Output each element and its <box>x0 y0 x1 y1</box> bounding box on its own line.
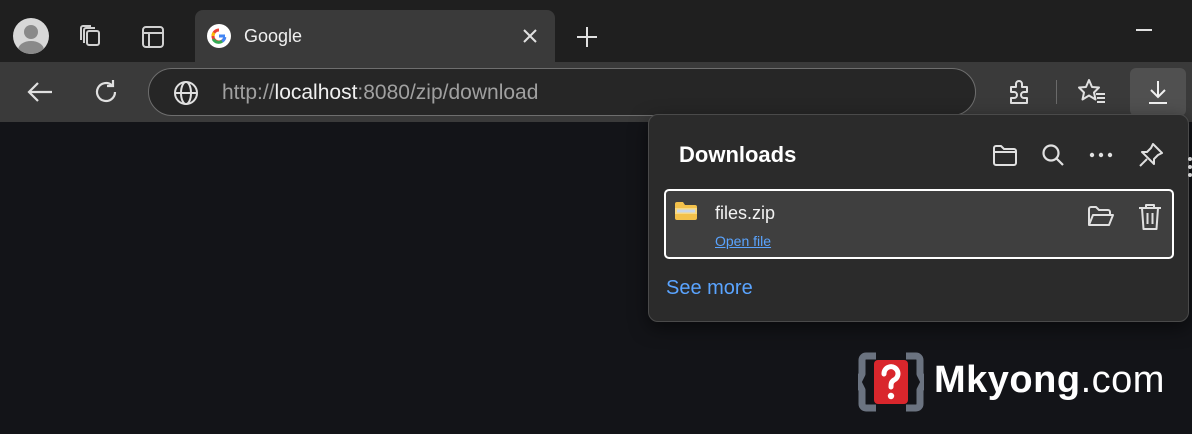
toolbar-separator <box>1056 80 1057 104</box>
profile-avatar[interactable] <box>13 18 49 54</box>
favorites-icon <box>1078 79 1105 103</box>
see-more-link[interactable]: See more <box>666 277 753 300</box>
workspaces-button[interactable] <box>74 20 108 54</box>
close-icon <box>523 29 537 43</box>
url-scheme: http:// <box>222 81 275 104</box>
brand-suffix: .com <box>1080 359 1165 401</box>
vertical-tabs-button[interactable] <box>136 20 170 54</box>
show-in-folder-button[interactable] <box>1086 203 1116 231</box>
search-icon <box>1042 144 1064 166</box>
address-bar[interactable]: http://localhost:8080/zip/download <box>148 68 976 116</box>
tab-google[interactable]: Google <box>195 10 555 62</box>
url-path: :8080/zip/download <box>357 81 539 104</box>
vertical-tabs-icon <box>142 26 164 48</box>
download-item[interactable]: files.zip Open file <box>664 189 1174 259</box>
brand-name: Mkyong <box>934 359 1081 401</box>
page-menu-dots-icon[interactable] <box>1187 156 1192 178</box>
minimize-window-button[interactable] <box>1132 18 1156 42</box>
trash-icon <box>1139 204 1161 230</box>
person-icon <box>18 25 44 54</box>
open-downloads-folder-button[interactable] <box>989 139 1021 171</box>
extensions-icon <box>1010 80 1028 104</box>
refresh-icon <box>95 80 117 103</box>
search-downloads-button[interactable] <box>1037 139 1069 171</box>
mkyong-wordmark: Mkyong.com <box>934 359 1165 402</box>
tab-title: Google <box>244 26 303 46</box>
open-file-link[interactable]: Open file <box>715 233 771 249</box>
downloads-button[interactable] <box>1130 68 1186 116</box>
download-filename: files.zip <box>715 203 776 223</box>
extensions-button[interactable] <box>1004 76 1036 108</box>
folder-icon <box>993 145 1017 166</box>
globe-icon[interactable] <box>173 80 199 106</box>
more-options-button[interactable] <box>1085 139 1117 171</box>
mkyong-watermark: Mkyong.com <box>858 352 1164 412</box>
url-host: localhost <box>274 81 358 104</box>
more-icon <box>1089 152 1113 158</box>
back-button[interactable] <box>22 74 58 110</box>
back-arrow-icon <box>27 82 52 102</box>
zip-folder-icon <box>674 201 698 221</box>
google-g-icon <box>207 24 231 48</box>
download-icon <box>1149 81 1167 104</box>
plus-icon <box>577 27 597 47</box>
tab-strip: Google <box>0 0 1192 62</box>
minimize-icon <box>1136 29 1152 31</box>
refresh-button[interactable] <box>88 74 124 110</box>
delete-download-button[interactable] <box>1136 202 1164 232</box>
mkyong-logo-icon <box>858 352 924 412</box>
close-tab-button[interactable] <box>520 26 540 46</box>
url-text[interactable]: http://localhost:8080/zip/download <box>222 81 538 105</box>
folder-open-icon <box>1088 206 1114 226</box>
toolbar: http://localhost:8080/zip/download <box>0 62 1192 122</box>
workspaces-icon <box>80 25 100 46</box>
downloads-title: Downloads <box>679 142 797 167</box>
pin-icon <box>1139 143 1163 167</box>
pin-flyout-button[interactable] <box>1135 139 1167 171</box>
downloads-flyout: Downloads files.zip Open file See more <box>648 114 1189 322</box>
new-tab-button[interactable] <box>570 20 604 54</box>
favorites-button[interactable] <box>1076 76 1108 108</box>
